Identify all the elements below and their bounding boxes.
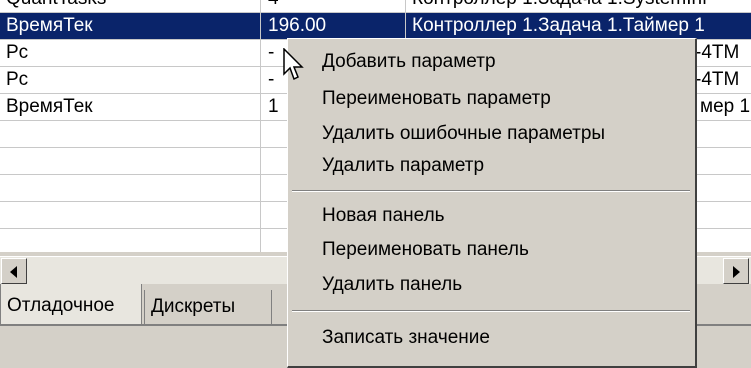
- table-row[interactable]: QuantTasks 4 Контроллер 1.Задача 1.Syste…: [0, 0, 751, 13]
- scroll-left-button[interactable]: [1, 258, 27, 284]
- cell-source: -4TM: [695, 42, 740, 63]
- cell-value: 196.00: [268, 15, 327, 36]
- cell-source: Контроллер 1.Задача 1.SystemInf: [412, 0, 751, 12]
- scroll-right-button[interactable]: [723, 258, 749, 284]
- menu-item-rename-panel[interactable]: Переименовать панель: [322, 235, 529, 265]
- menu-item-add-parameter[interactable]: Добавить параметр: [322, 47, 496, 77]
- cell-source: мер 1: [700, 96, 751, 117]
- arrow-right-icon: [733, 266, 740, 278]
- cell-name: QuantTasks: [6, 0, 258, 12]
- cell-name: Pc: [6, 69, 29, 90]
- menu-item-write-value[interactable]: Записать значение: [322, 323, 490, 353]
- menu-item-delete-panel[interactable]: Удалить панель: [322, 270, 462, 300]
- cell-source: -4TM: [695, 69, 740, 90]
- menu-item-delete-parameter[interactable]: Удалить параметр: [322, 151, 484, 181]
- tab-diskrety[interactable]: Дискреты: [144, 290, 272, 325]
- cell-name: Pc: [6, 42, 29, 63]
- menu-item-rename-parameter[interactable]: Переименовать параметр: [322, 84, 551, 114]
- mouse-pointer-icon: [283, 48, 304, 81]
- cell-value: 4: [268, 0, 398, 12]
- menu-item-delete-invalid-parameters[interactable]: Удалить ошибочные параметры: [322, 119, 605, 149]
- cell-name: ВремяТек: [6, 15, 93, 36]
- table-row-selected[interactable]: ВремяТек 196.00 Контроллер 1.Задача 1.Та…: [0, 13, 751, 40]
- menu-separator: [292, 190, 690, 192]
- arrow-left-icon: [10, 266, 17, 278]
- menu-separator: [292, 310, 690, 312]
- context-menu: Добавить параметр Переименовать параметр…: [287, 38, 697, 368]
- tab-otladochnoe[interactable]: Отладочное: [0, 284, 142, 325]
- menu-item-new-panel[interactable]: Новая панель: [322, 201, 445, 231]
- column-divider: [260, 0, 261, 252]
- cell-name: ВремяТек: [6, 96, 93, 117]
- cell-source: Контроллер 1.Задача 1.Таймер 1: [412, 15, 705, 36]
